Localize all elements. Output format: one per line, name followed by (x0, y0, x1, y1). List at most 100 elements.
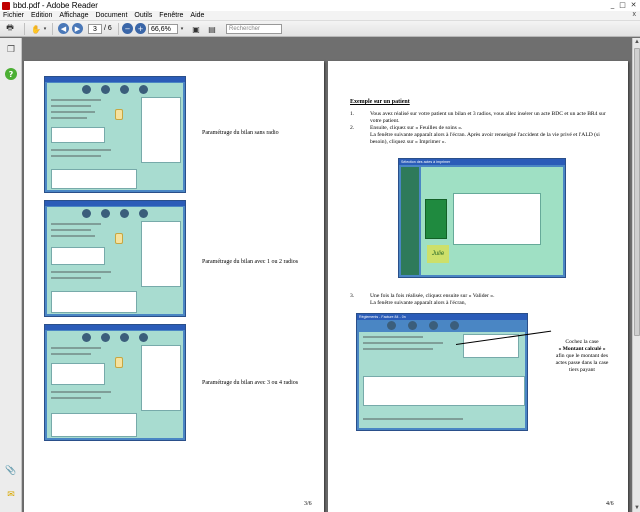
help-icon[interactable]: ? (5, 68, 17, 80)
screenshot-options-panel (463, 334, 519, 358)
screenshot-icon (139, 333, 148, 342)
page-number-input[interactable]: 3 (88, 24, 102, 34)
step-3-text: Une fois la fois réalisée, cliquez ensui… (370, 293, 495, 299)
page-number-right: 4/6 (606, 501, 614, 507)
screenshot-grid (51, 363, 105, 385)
section-heading: Exemple sur un patient (350, 99, 410, 105)
title-bar: bbd.pdf - Adobe Reader _ □ ✕ (0, 0, 640, 11)
document-close-button[interactable]: x (633, 11, 637, 18)
screenshot-bilan-1-2-radios (44, 200, 186, 317)
document-area[interactable]: Paramétrage du bilan sans radio Paramétr… (22, 38, 632, 512)
pdf-page-3: Paramétrage du bilan sans radio Paramétr… (24, 61, 324, 512)
hand-tool-dropdown-icon[interactable]: ▾ (42, 23, 48, 35)
screenshot-field (51, 229, 91, 231)
screenshot-field (51, 397, 101, 399)
menu-bar: Fichier Edition Affichage Document Outil… (0, 11, 640, 21)
scrollbar-thumb[interactable] (634, 48, 640, 336)
page-number-left: 3/6 (304, 501, 312, 507)
screenshot-field (363, 348, 433, 350)
scroll-down-icon[interactable]: ▼ (633, 504, 640, 512)
pages-icon[interactable]: ❐ (5, 44, 17, 56)
screenshot-icon (387, 321, 396, 330)
menu-fenetre[interactable]: Fenêtre (159, 12, 183, 19)
screenshot-icon (429, 321, 438, 330)
screenshot-icon-row (357, 321, 527, 332)
screenshot-side-menu (401, 167, 419, 275)
menu-affichage[interactable]: Affichage (59, 12, 88, 19)
step-2-detail: La fenêtre suivante apparaît alors à l'é… (370, 132, 600, 145)
screenshot-titlebar (45, 201, 185, 206)
menu-outils[interactable]: Outils (134, 12, 152, 19)
menu-document[interactable]: Document (95, 12, 127, 19)
adobe-reader-icon (2, 1, 10, 10)
screenshot-field (51, 271, 111, 273)
step-number: 2. (350, 125, 355, 131)
screenshot-field (51, 155, 101, 157)
attachment-icon[interactable]: 📎 (5, 466, 17, 476)
screenshot-selection-actes: Sélection des actes à imprimer Julie (398, 158, 566, 278)
screenshot-side-panel (141, 345, 181, 411)
pdf-page-4: Exemple sur un patient 1. Vous avez réal… (328, 61, 628, 512)
screenshot-icon (82, 85, 91, 94)
toolbar-separator (118, 23, 119, 35)
julie-logo: Julie (427, 245, 449, 263)
screenshot-field (363, 342, 443, 344)
screenshot-main (359, 332, 525, 428)
screenshot-body (47, 83, 183, 190)
screenshot-field (51, 353, 91, 355)
menu-edition[interactable]: Edition (31, 12, 52, 19)
callout-line-1: Cochez la case (565, 339, 599, 345)
screenshot-textarea (51, 169, 137, 189)
screenshot-field (363, 418, 463, 420)
menu-fichier[interactable]: Fichier (3, 12, 24, 19)
print-icon[interactable]: 🖶 (4, 23, 16, 35)
screenshot-field (51, 99, 101, 101)
step-3-detail: La fenêtre suivante apparaît alors à l'é… (370, 300, 466, 306)
scroll-up-icon[interactable]: ▲ (633, 38, 640, 46)
minimize-button[interactable]: _ (608, 1, 617, 9)
comments-icon[interactable]: ✉ (5, 490, 17, 500)
screenshot-table (453, 193, 541, 245)
fit-width-icon[interactable]: ▤ (206, 23, 218, 35)
toolbar-separator (52, 23, 53, 35)
hand-tool-icon[interactable]: ✋ (30, 23, 42, 35)
menu-aide[interactable]: Aide (190, 12, 204, 19)
screenshot-icon-row (47, 331, 183, 343)
screenshot-field (363, 336, 423, 338)
screenshot-grid (51, 247, 105, 265)
screenshot-side-panel (141, 221, 181, 287)
window-title: bbd.pdf - Adobe Reader (13, 1, 98, 10)
screenshot-icon (82, 209, 91, 218)
step-1-text: Vous avez réalisé sur votre patient un b… (370, 111, 606, 124)
zoom-dropdown-icon[interactable]: ▾ (179, 23, 185, 35)
screenshot-field (51, 277, 101, 279)
step-number: 3. (350, 293, 355, 299)
zoom-level-input[interactable]: 66,6% (148, 24, 178, 34)
screenshot-titlebar: Règlements - Facture 84 - 0n (357, 314, 527, 320)
maximize-button[interactable]: □ (618, 1, 627, 9)
prev-page-icon[interactable]: ◀ (58, 23, 69, 34)
close-button[interactable]: ✕ (629, 1, 638, 9)
screenshot-table (363, 376, 525, 406)
screenshot-icon (120, 333, 129, 342)
screenshot-icon (101, 85, 110, 94)
search-input[interactable]: Rechercher (226, 24, 282, 34)
screenshot-icon (408, 321, 417, 330)
next-page-icon[interactable]: ▶ (72, 23, 83, 34)
vertical-scrollbar[interactable]: ▲ ▼ (632, 38, 640, 512)
screenshot-field (51, 149, 111, 151)
zoom-in-icon[interactable]: + (135, 23, 146, 34)
screenshot-textarea (51, 291, 137, 313)
step-2-text: Ensuite, cliquez sur « Feuilles de soins… (370, 125, 463, 131)
screenshot-titlebar (45, 77, 185, 82)
navigation-pane: ❐ ? (0, 38, 22, 512)
screenshot-icon (139, 209, 148, 218)
screenshot-body (47, 207, 183, 314)
callout-note: Cochez la case « Montant calculé » afin … (552, 339, 612, 374)
screenshot-bilan-3-4-radios (44, 324, 186, 441)
screenshot-field (51, 347, 101, 349)
screenshot-field (51, 391, 111, 393)
fit-page-icon[interactable]: ▣ (190, 23, 202, 35)
zoom-out-icon[interactable]: − (122, 23, 133, 34)
tooth-icon (115, 357, 123, 368)
